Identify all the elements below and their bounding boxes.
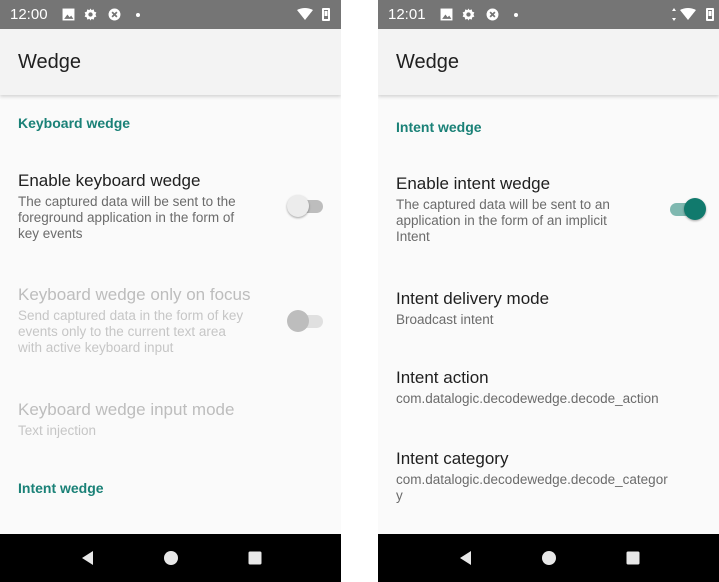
image-icon — [440, 8, 453, 21]
pref-title: Enable keyboard wedge — [18, 171, 201, 190]
status-time: 12:01 — [388, 6, 426, 23]
status-bar: 12:00 — [0, 0, 341, 29]
page-title: Wedge — [18, 51, 82, 73]
pref-summary: com.datalogic.decodewedge.decode_action — [396, 391, 659, 406]
pref-summary: The captured data will be sent to an app… — [396, 197, 610, 244]
image-icon — [62, 8, 75, 21]
data-wifi-battery-icons — [672, 8, 714, 21]
recents-icon[interactable] — [623, 548, 643, 568]
enable-keyboard-wedge-switch[interactable] — [287, 194, 325, 218]
pref-summary: Broadcast intent — [396, 312, 494, 327]
pref-summary: Text injection — [18, 423, 97, 438]
gear-icon — [462, 8, 475, 21]
status-time: 12:00 — [10, 6, 48, 23]
pref-title: Intent action — [396, 368, 489, 387]
pref-keyboard-wedge-input-mode[interactable]: Keyboard wedge input mode Text injection — [18, 400, 336, 439]
pref-title: Keyboard wedge only on focus — [18, 285, 251, 304]
blocked-icon — [486, 8, 499, 21]
pref-title: Enable intent wedge — [396, 174, 551, 193]
pref-enable-intent-wedge[interactable]: Enable intent wedge The captured data wi… — [396, 174, 714, 245]
category-keyboard-wedge: Keyboard wedge — [18, 115, 131, 131]
wifi-battery-icons — [297, 8, 330, 21]
right-phone-screen: 12:01 Wedge Intent wedge Enable intent w… — [378, 0, 719, 582]
status-bar: 12:01 — [378, 0, 719, 29]
pref-title: Keyboard wedge input mode — [18, 400, 235, 419]
page-title: Wedge — [396, 51, 460, 73]
pref-title: Intent delivery mode — [396, 289, 550, 308]
pref-summary: Send captured data in the form of key ev… — [18, 308, 244, 355]
category-intent-wedge: Intent wedge — [396, 119, 482, 135]
left-phone-screen: 12:00 Wedge Keyboard wedge Enable keyboa… — [0, 0, 341, 582]
back-icon[interactable] — [78, 548, 98, 568]
home-icon[interactable] — [539, 548, 559, 568]
blocked-icon — [108, 8, 121, 21]
enable-intent-wedge-switch[interactable] — [668, 197, 706, 221]
recents-icon[interactable] — [245, 548, 265, 568]
pref-intent-action[interactable]: Intent action com.datalogic.decodewedge.… — [396, 368, 714, 407]
app-bar: Wedge — [0, 29, 341, 95]
dot-icon — [514, 13, 518, 17]
back-icon[interactable] — [456, 548, 476, 568]
home-icon[interactable] — [161, 548, 181, 568]
app-bar: Wedge — [378, 29, 719, 95]
navigation-bar — [0, 534, 341, 582]
pref-intent-category[interactable]: Intent category com.datalogic.decodewedg… — [396, 449, 714, 504]
keyboard-wedge-only-on-focus-switch[interactable] — [287, 309, 325, 333]
navigation-bar — [378, 534, 719, 582]
pref-intent-delivery-mode[interactable]: Intent delivery mode Broadcast intent — [396, 289, 714, 328]
pref-summary: The captured data will be sent to the fo… — [18, 194, 236, 241]
category-intent-wedge: Intent wedge — [18, 480, 104, 496]
gear-icon — [84, 8, 97, 21]
pref-summary: com.datalogic.decodewedge.decode_categor… — [396, 472, 668, 503]
pref-title: Intent category — [396, 449, 509, 468]
dot-icon — [136, 13, 140, 17]
